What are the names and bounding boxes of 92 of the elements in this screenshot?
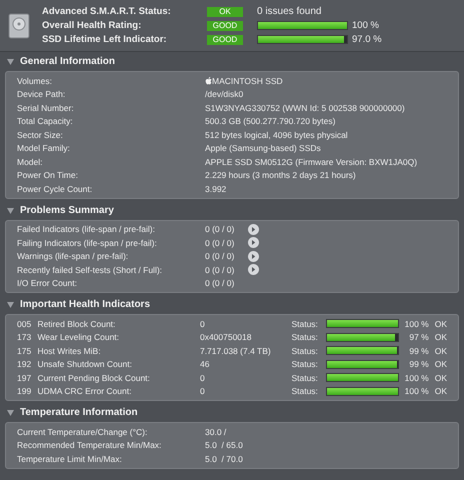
field-value: 30.0 / xyxy=(205,428,226,436)
field-value: 3.992 xyxy=(205,184,226,193)
field-value: 0 (0 / 0) xyxy=(205,252,236,260)
field-value: 0 xyxy=(200,320,206,328)
status-label: Status: xyxy=(291,387,319,396)
arrow-button-icon[interactable] xyxy=(248,264,259,276)
field-value: Apple (Samsung-based) SSDs xyxy=(205,144,321,152)
percent-text: 100 % xyxy=(404,374,429,382)
status-result: OK xyxy=(434,360,448,368)
field-label: I/O Error Count: xyxy=(17,279,78,288)
attribute-id: 173 xyxy=(17,333,32,342)
field-label: Unsafe Shutdown Count: xyxy=(37,360,133,368)
section-title: General Information xyxy=(20,57,116,67)
status-label: Status: xyxy=(291,360,319,368)
disclosure-triangle-icon[interactable] xyxy=(7,208,14,214)
field-label: Device Path: xyxy=(17,90,66,98)
arrow-button-icon[interactable] xyxy=(248,224,259,235)
percent-text: 97.0 % xyxy=(352,34,382,44)
field-label: Recently failed Self-tests (Short / Full): xyxy=(17,266,164,274)
status-label: Status: xyxy=(291,320,319,328)
field-value: 0 (0 / 0) xyxy=(205,225,236,234)
field-label: Model Family: xyxy=(17,144,71,152)
status-label: Advanced S.M.A.R.T. Status: xyxy=(42,6,172,16)
field-value: MACINTOSH SSD xyxy=(212,76,283,85)
status-badge: GOOD xyxy=(207,34,243,44)
percent-text: 100 % xyxy=(352,20,379,30)
status-result: OK xyxy=(434,346,448,355)
field-label: Current Pending Block Count: xyxy=(37,374,151,382)
status-label: Status: xyxy=(291,333,319,342)
field-value: /dev/disk0 xyxy=(205,90,244,98)
status-result: OK xyxy=(434,320,448,328)
field-label: Sector Size: xyxy=(17,130,64,139)
field-label: Power Cycle Count: xyxy=(17,184,94,193)
attribute-id: 192 xyxy=(17,360,32,368)
disclosure-triangle-icon[interactable] xyxy=(7,59,14,65)
field-label: Power On Time: xyxy=(17,171,79,180)
field-value: 7.717.038 (7.4 TB) xyxy=(200,346,272,355)
attribute-id: 199 xyxy=(17,387,32,396)
percent-text: 99 % xyxy=(408,360,429,368)
field-label: Wear Leveling Count: xyxy=(37,333,120,342)
field-value: 0 (0 / 0) xyxy=(205,279,236,288)
status-label: SSD Lifetime Left Indicator: xyxy=(42,34,168,44)
percent-text: 100 % xyxy=(404,320,429,328)
status-result: OK xyxy=(434,333,448,342)
status-badge: OK xyxy=(207,6,243,16)
field-label: UDMA CRC Error Count: xyxy=(37,387,132,396)
field-label: Recommended Temperature Min/Max: xyxy=(17,441,162,450)
status-label: Status: xyxy=(291,346,319,355)
field-value: 5.0 / 65.0 xyxy=(205,441,243,450)
field-value: 0 (0 / 0) xyxy=(205,238,236,247)
field-value: 512 bytes logical, 4096 bytes physical xyxy=(205,130,348,139)
field-label: Temperature Limit Min/Max: xyxy=(17,454,123,463)
field-label: Total Capacity: xyxy=(17,117,74,126)
status-text: 0 issues found xyxy=(257,6,322,16)
percent-text: 97 % xyxy=(408,333,429,342)
percent-text: 100 % xyxy=(404,387,429,396)
attribute-id: 197 xyxy=(17,374,32,382)
arrow-button-icon[interactable] xyxy=(248,250,259,262)
status-label: Status: xyxy=(291,374,319,382)
status-label: Overall Health Rating: xyxy=(42,20,142,30)
attribute-id: 175 xyxy=(17,346,32,355)
arrow-button-icon[interactable] xyxy=(248,237,259,248)
field-label: Volumes: xyxy=(17,76,53,85)
field-label: Model: xyxy=(17,158,44,166)
apple-icon xyxy=(205,76,212,85)
attribute-id: 005 xyxy=(17,320,32,328)
field-value: 2.229 hours (3 months 2 days 21 hours) xyxy=(205,171,356,180)
field-label: Retired Block Count: xyxy=(37,320,116,328)
field-label: Current Temperature/Change (°C): xyxy=(17,428,148,436)
disclosure-triangle-icon[interactable] xyxy=(7,410,14,416)
field-value: 0 xyxy=(200,387,206,396)
status-result: OK xyxy=(434,387,448,396)
section-title: Problems Summary xyxy=(20,206,114,216)
percent-text: 99 % xyxy=(408,346,429,355)
field-value: S1W3NYAG330752 (WWN Id: 5 002538 900000000) xyxy=(205,104,405,112)
field-value: 5.0 / 70.0 xyxy=(205,454,243,463)
field-value: 0 xyxy=(200,374,206,382)
field-value: 500.3 GB (500.277.790.720 bytes) xyxy=(205,117,336,126)
field-label: Failing Indicators (life-span / pre-fail): xyxy=(17,238,158,247)
field-label: Warnings (life-span / pre-fail): xyxy=(17,252,130,260)
field-value: 0x400750018 xyxy=(200,333,252,342)
disclosure-triangle-icon[interactable] xyxy=(7,302,14,308)
section-title: Temperature Information xyxy=(20,408,138,418)
status-badge: GOOD xyxy=(207,20,243,30)
field-value: 46 xyxy=(200,360,210,368)
field-label: Failed Indicators (life-span / pre-fail): xyxy=(17,225,156,234)
section-title: Important Health Indicators xyxy=(20,300,150,310)
field-value: APPLE SSD SM0512G (Firmware Version: BXW1JA0Q) xyxy=(205,158,418,166)
field-value: 0 (0 / 0) xyxy=(205,266,236,274)
field-label: Host Writes MiB: xyxy=(37,346,102,355)
status-result: OK xyxy=(434,374,448,382)
field-label: Serial Number: xyxy=(17,104,75,112)
